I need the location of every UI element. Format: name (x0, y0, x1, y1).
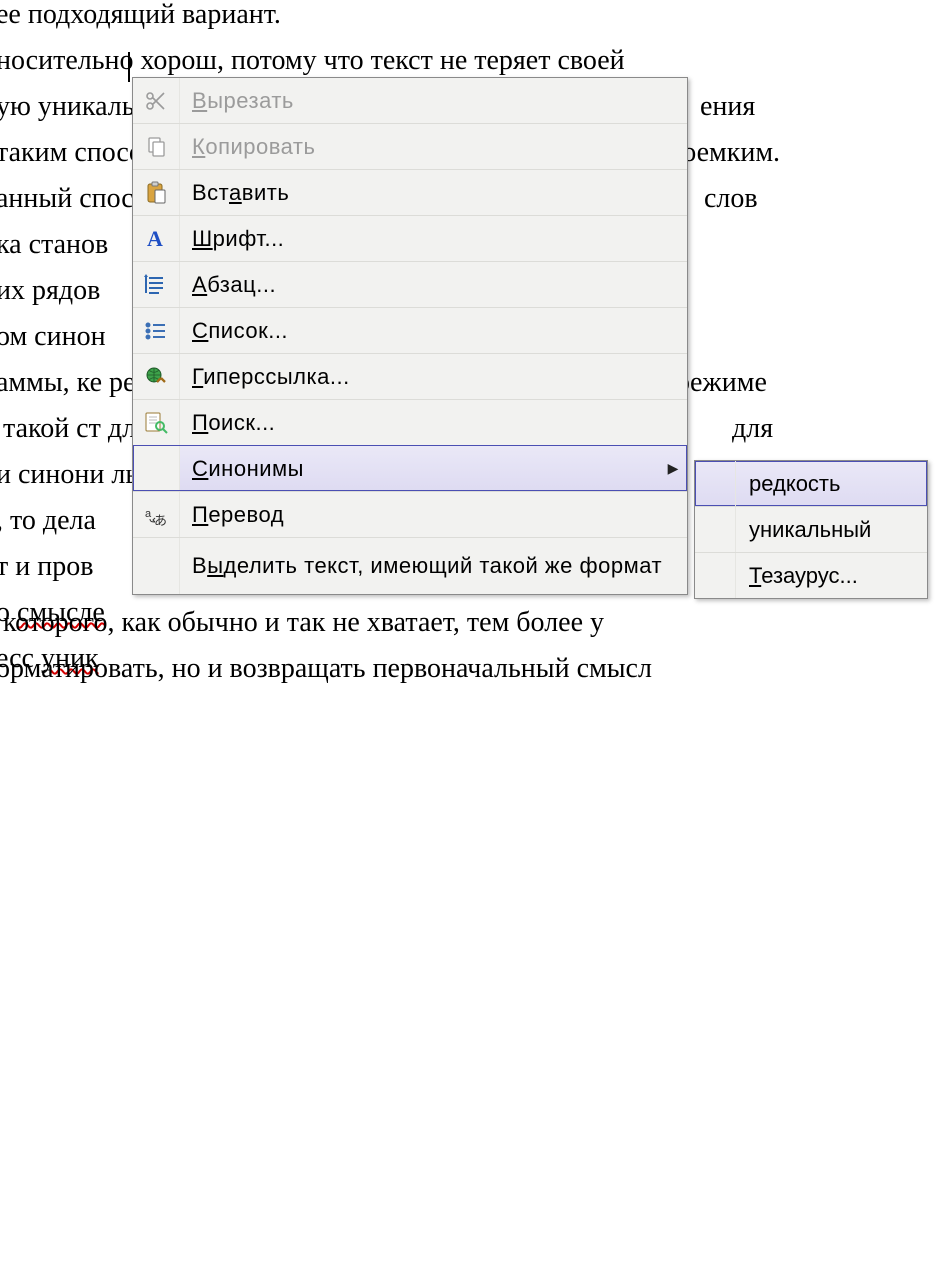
text-fragment: режиме (676, 360, 767, 406)
menu-item-label: Синонимы (180, 456, 659, 482)
menu-item-label: Шрифт... (180, 226, 687, 252)
paragraph-icon (144, 273, 168, 297)
text-fragment: слов (704, 176, 758, 222)
submenu-icon-strip (695, 553, 736, 598)
menu-item-font[interactable]: A Шрифт... (133, 215, 687, 261)
text-caret (128, 52, 130, 82)
translate-icon: aあ (144, 503, 168, 527)
menu-item-copy: Копировать (133, 123, 687, 169)
text-line: ее подходящий вариант. (0, 0, 281, 38)
list-icon (144, 319, 168, 343)
menu-item-thesaurus[interactable]: Тезаурус... (695, 552, 927, 598)
copy-icon (144, 135, 168, 159)
submenu-icon-strip (695, 461, 736, 506)
menu-item-select-similar-formatting[interactable]: Выделить текст, имеющий такой же формат (133, 537, 687, 594)
search-icon (144, 411, 168, 435)
hyperlink-icon (144, 365, 168, 389)
menu-item-search[interactable]: Поиск... (133, 399, 687, 445)
font-a-icon: A (144, 227, 168, 251)
menu-item-label: Копировать (180, 134, 687, 160)
menu-item-synonyms[interactable]: Синонимы ▶ (133, 445, 687, 491)
menu-item-label: Гиперссылка... (180, 364, 687, 390)
scissors-icon (144, 89, 168, 113)
text-line: , то дела (0, 498, 96, 544)
thesaurus-label: Тезаурус... (749, 563, 858, 589)
synonym-label: уникальный (749, 517, 871, 543)
text-line: ка станов (0, 222, 108, 268)
text-line: их рядов (0, 268, 100, 314)
text-line: такой ст для (0, 406, 149, 452)
text-line: орматировать, но и возвращать первоначал… (0, 646, 940, 692)
synonym-option[interactable]: уникальный (695, 506, 927, 552)
menu-item-paragraph[interactable]: Абзац... (133, 261, 687, 307)
svg-text:あ: あ (154, 513, 167, 527)
context-menu: Вырезать Копировать Вставить A Шрифт... … (132, 77, 688, 595)
menu-item-paste[interactable]: Вставить (133, 169, 687, 215)
synonyms-submenu: редкость уникальный Тезаурус... (694, 460, 928, 599)
text-fragment: для (732, 406, 773, 452)
menu-item-label: Перевод (180, 502, 687, 528)
paste-icon (144, 181, 168, 205)
text-line: которого, как обычно и так не хватает, т… (0, 600, 940, 646)
menu-item-hyperlink[interactable]: Гиперссылка... (133, 353, 687, 399)
text-line: т и пров (0, 544, 93, 590)
synonym-label: редкость (749, 471, 840, 497)
submenu-arrow-icon: ▶ (659, 460, 687, 477)
text-line: ом синон (0, 314, 106, 360)
menu-item-label: Список... (180, 318, 687, 344)
synonym-option[interactable]: редкость (695, 461, 927, 506)
menu-item-label: Вырезать (180, 88, 687, 114)
menu-item-cut: Вырезать (133, 78, 687, 123)
menu-item-label: Поиск... (180, 410, 687, 436)
menu-item-label: Абзац... (180, 272, 687, 298)
menu-item-label: Выделить текст, имеющий такой же формат (180, 553, 687, 579)
svg-text:A: A (147, 227, 163, 251)
menu-item-label: Вставить (180, 180, 687, 206)
menu-item-list[interactable]: Список... (133, 307, 687, 353)
menu-item-translate[interactable]: aあ Перевод (133, 491, 687, 537)
text-fragment: ения (700, 84, 755, 130)
submenu-icon-strip (695, 507, 736, 552)
svg-text:a: a (145, 508, 152, 520)
